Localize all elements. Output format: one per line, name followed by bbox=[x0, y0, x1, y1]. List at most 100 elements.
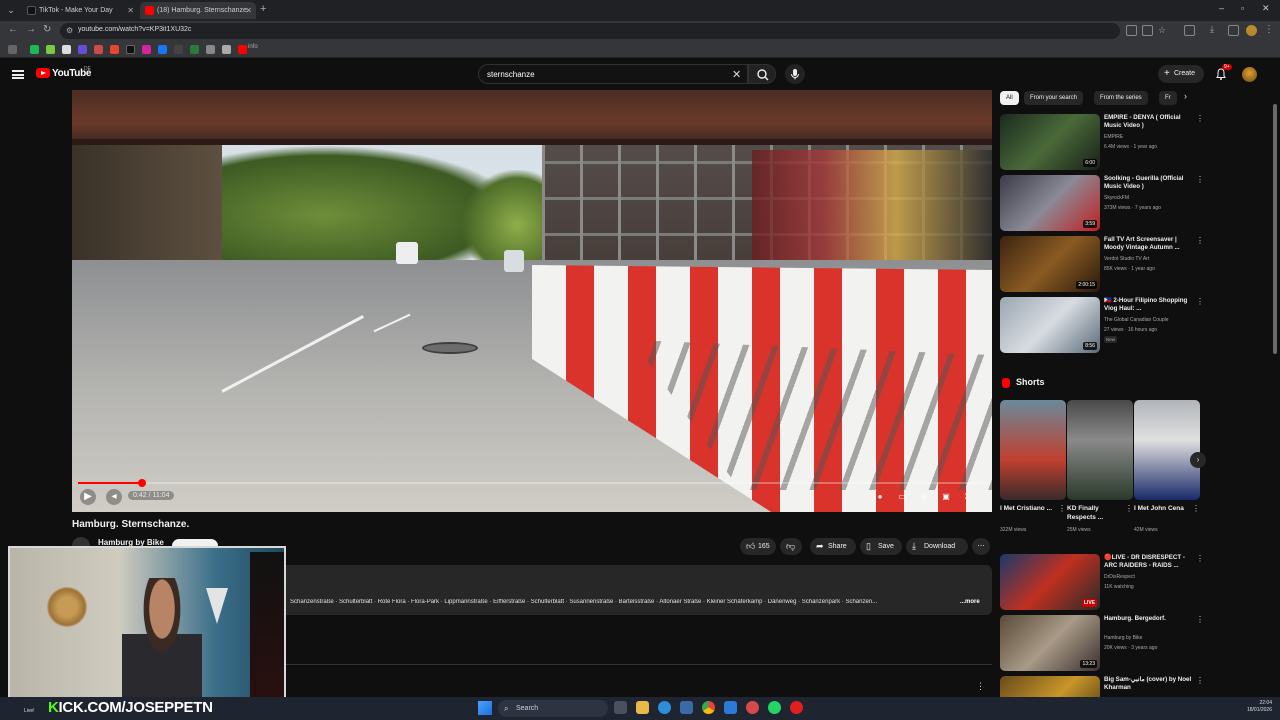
recommended-video[interactable]: 13:23 Hamburg. Bergedorf. Hamburg by Bike 2… bbox=[1000, 615, 1205, 673]
more-options-icon[interactable]: ⋮ bbox=[1196, 114, 1204, 123]
youtube-bookmark-icon[interactable] bbox=[238, 45, 247, 54]
bookmark-icon[interactable] bbox=[206, 45, 215, 54]
windows-start-icon[interactable] bbox=[478, 701, 492, 715]
search-input[interactable] bbox=[478, 64, 748, 84]
tiktok-bookmark-icon[interactable] bbox=[126, 45, 135, 54]
comment-menu-icon[interactable]: ⋮ bbox=[976, 681, 985, 692]
video-thumbnail[interactable]: 3:59 bbox=[1000, 175, 1100, 231]
rec-title[interactable]: Big Sam-مانبي (cover) by Noel Kharman bbox=[1104, 676, 1192, 692]
back-icon[interactable]: ← bbox=[8, 24, 18, 35]
more-options-icon[interactable]: ⋮ bbox=[1196, 615, 1204, 624]
short-title[interactable]: I Met Cristiano ... bbox=[1000, 504, 1056, 513]
save-button[interactable]: ▯ Save bbox=[860, 538, 902, 555]
minimize-icon[interactable]: – bbox=[1219, 3, 1224, 13]
search-button[interactable] bbox=[748, 64, 776, 84]
recommended-video[interactable]: 6:00 EMPIRE - DENYA ( Official Music Vide… bbox=[1000, 114, 1205, 172]
tab-youtube[interactable]: (18) Hamburg. Sternschanze. ✕ bbox=[140, 2, 256, 19]
edge-icon[interactable] bbox=[658, 701, 671, 714]
short-title[interactable]: KD Finally Respects ... bbox=[1067, 504, 1123, 522]
share-button[interactable]: ➦ Share bbox=[810, 538, 856, 555]
progress-bar[interactable] bbox=[78, 479, 986, 487]
scrubber-handle[interactable] bbox=[137, 479, 146, 487]
taskbar-search[interactable]: ⌕ Search bbox=[498, 700, 608, 717]
more-options-icon[interactable]: ⋮ bbox=[1058, 504, 1066, 513]
whatsapp-icon[interactable] bbox=[768, 701, 781, 714]
bookmark-icon[interactable] bbox=[30, 45, 39, 54]
site-info-icon[interactable]: ⚙ bbox=[66, 26, 73, 35]
chrome-icon[interactable] bbox=[702, 701, 715, 714]
description-more-link[interactable]: ...more bbox=[960, 599, 980, 605]
instagram-bookmark-icon[interactable] bbox=[142, 45, 151, 54]
new-tab-icon[interactable]: + bbox=[260, 3, 266, 15]
download-icon[interactable]: ⤓ bbox=[1210, 24, 1214, 35]
more-options-icon[interactable]: ⋮ bbox=[1192, 504, 1200, 513]
app-icon[interactable] bbox=[790, 701, 803, 714]
more-options-icon[interactable]: ⋮ bbox=[1125, 504, 1133, 513]
short-thumbnail[interactable] bbox=[1067, 400, 1133, 500]
video-player[interactable]: ▶ ◂ 0:42 / 11:04 ● ▭ ⚙ ▣ ⛶ bbox=[72, 90, 992, 512]
like-button[interactable]: 👍︎ 165 bbox=[740, 538, 776, 555]
play-icon[interactable]: ▶ bbox=[80, 489, 96, 505]
app-icon[interactable] bbox=[724, 701, 737, 714]
recommended-video[interactable]: 2:00:15 Fall TV Art Screensaver | Moody V… bbox=[1000, 236, 1205, 294]
bookmark-icon[interactable] bbox=[222, 45, 231, 54]
forward-icon[interactable]: → bbox=[26, 24, 36, 35]
bookmark-icon[interactable] bbox=[62, 45, 71, 54]
rec-title[interactable]: 🔴LIVE - DR DISRESPECT - ARC RAIDERS - RA… bbox=[1104, 554, 1192, 570]
close-window-icon[interactable]: ✕ bbox=[1262, 3, 1270, 14]
facebook-bookmark-icon[interactable] bbox=[158, 45, 167, 54]
menu-icon[interactable] bbox=[12, 70, 24, 79]
bookmark-icon[interactable] bbox=[94, 45, 103, 54]
dislike-button[interactable]: 👎︎ bbox=[780, 538, 802, 555]
account-avatar[interactable] bbox=[1242, 67, 1257, 82]
browser-menu-icon[interactable]: ⋮ bbox=[1264, 24, 1274, 35]
chip-next[interactable]: Fr bbox=[1159, 91, 1177, 105]
tab-tiktok[interactable]: TikTok - Make Your Day ✕ bbox=[22, 2, 138, 19]
video-thumbnail[interactable]: 8:56 bbox=[1000, 297, 1100, 353]
video-thumbnail[interactable]: LIVE bbox=[1000, 554, 1100, 610]
volume-icon[interactable]: ◂ bbox=[106, 489, 122, 505]
apps-icon[interactable] bbox=[8, 45, 17, 54]
video-thumbnail[interactable]: 13:23 bbox=[1000, 615, 1100, 671]
store-icon[interactable] bbox=[680, 701, 693, 714]
bookmark-icon[interactable] bbox=[190, 45, 199, 54]
more-options-icon[interactable]: ⋮ bbox=[1196, 236, 1204, 245]
bookmark-label[interactable]: info bbox=[248, 44, 258, 50]
bookmark-icon[interactable] bbox=[78, 45, 87, 54]
chip-from-series[interactable]: From the series bbox=[1094, 91, 1148, 105]
video-thumbnail[interactable]: 2:00:15 bbox=[1000, 236, 1100, 292]
taskbar-clock[interactable]: 22:04 18/01/2026 bbox=[1236, 700, 1272, 714]
rec-title[interactable]: Fall TV Art Screensaver | Moody Vintage … bbox=[1104, 236, 1192, 252]
page-scrollbar[interactable] bbox=[1273, 104, 1277, 354]
app-icon[interactable] bbox=[746, 701, 759, 714]
shorts-next-icon[interactable]: › bbox=[1190, 452, 1206, 468]
reload-icon[interactable]: ↻ bbox=[43, 24, 51, 35]
more-options-icon[interactable]: ⋮ bbox=[1196, 676, 1204, 685]
rec-title[interactable]: 🇵🇭 2-Hour Filipino Shopping Vlog Haul: .… bbox=[1104, 297, 1192, 313]
clear-search-icon[interactable]: ✕ bbox=[732, 68, 741, 81]
short-thumbnail[interactable] bbox=[1134, 400, 1200, 500]
file-explorer-icon[interactable] bbox=[636, 701, 649, 714]
chip-from-search[interactable]: From your search bbox=[1024, 91, 1084, 105]
more-options-icon[interactable]: ⋮ bbox=[1196, 175, 1204, 184]
profile-icon[interactable] bbox=[1246, 25, 1257, 36]
tab-search-icon[interactable]: ⌄ bbox=[4, 3, 18, 17]
more-actions-button[interactable]: ⋯ bbox=[972, 538, 990, 555]
short-thumbnail[interactable] bbox=[1000, 400, 1066, 500]
create-button[interactable]: + Create bbox=[1158, 65, 1204, 83]
recommended-video[interactable]: 8:56 🇵🇭 2-Hour Filipino Shopping Vlog Hau… bbox=[1000, 297, 1205, 355]
extensions-icon[interactable] bbox=[1184, 25, 1195, 36]
bookmark-star-icon[interactable]: ☆ bbox=[1158, 25, 1166, 36]
voice-search-button[interactable] bbox=[785, 64, 805, 84]
cast-icon[interactable] bbox=[1142, 25, 1153, 36]
rec-title[interactable]: Hamburg. Bergedorf. bbox=[1104, 615, 1192, 623]
task-view-icon[interactable] bbox=[614, 701, 627, 714]
close-tab-icon[interactable]: ✕ bbox=[245, 2, 252, 19]
bookmark-icon[interactable] bbox=[110, 45, 119, 54]
fullscreen-icon[interactable]: ⛶ bbox=[962, 492, 974, 502]
sidepanel-icon[interactable] bbox=[1228, 25, 1239, 36]
video-thumbnail[interactable]: 6:00 bbox=[1000, 114, 1100, 170]
maximize-icon[interactable]: ▫ bbox=[1241, 3, 1244, 13]
translate-icon[interactable] bbox=[1126, 25, 1137, 36]
settings-gear-icon[interactable]: ⚙ bbox=[918, 492, 930, 502]
